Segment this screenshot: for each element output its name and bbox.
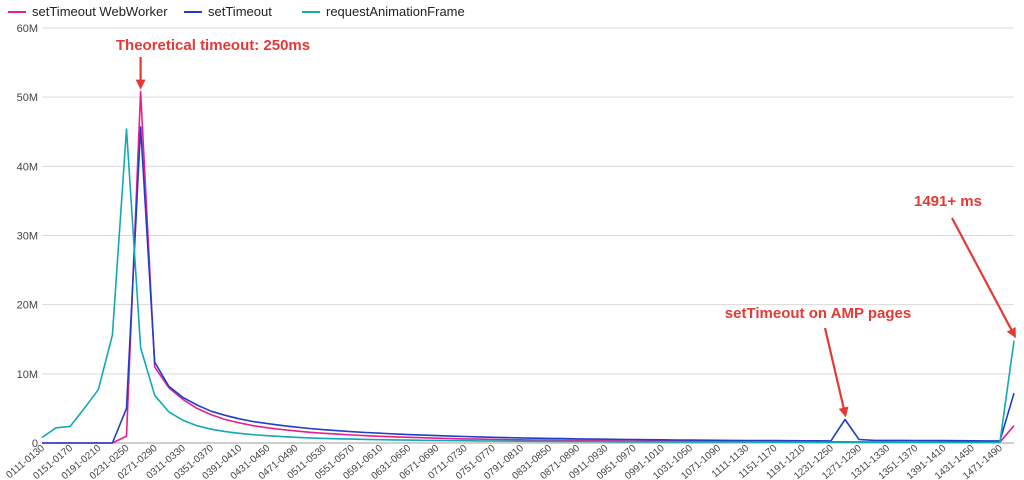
series-lines xyxy=(41,90,1015,444)
x-axis-ticks: 0111-01300151-01700191-02100231-02500271… xyxy=(4,443,1005,480)
annotation-label: Theoretical timeout: 250ms xyxy=(116,37,310,54)
line-chart: 010M20M30M40M50M60M 0111-01300151-017001… xyxy=(4,4,1016,480)
legend: setTimeout WebWorker setTimeout requestAni… xyxy=(8,4,465,19)
annotation-arrow xyxy=(823,327,849,418)
y-tick-label: 30M xyxy=(17,231,38,243)
series-line-2 xyxy=(41,128,1015,444)
annotations: Theoretical timeout: 250ms setTimeout on … xyxy=(116,37,1016,418)
annotation-label: setTimeout on AMP pages xyxy=(725,305,911,322)
legend-label: setTimeout WebWorker xyxy=(32,4,168,19)
series-line-0 xyxy=(42,90,1015,444)
legend-label: requestAnimationFrame xyxy=(326,4,465,19)
y-axis-ticks: 010M20M30M40M50M60M xyxy=(17,23,38,450)
y-tick-label: 10M xyxy=(17,369,38,381)
legend-label: setTimeout xyxy=(208,4,272,19)
y-tick-label: 50M xyxy=(17,92,38,104)
y-tick-label: 20M xyxy=(17,300,38,312)
gridlines xyxy=(42,27,1014,444)
y-tick-label: 60M xyxy=(17,23,38,35)
annotation-label: 1491+ ms xyxy=(914,193,982,210)
series-line-1 xyxy=(42,126,1015,444)
y-tick-label: 40M xyxy=(17,161,38,173)
